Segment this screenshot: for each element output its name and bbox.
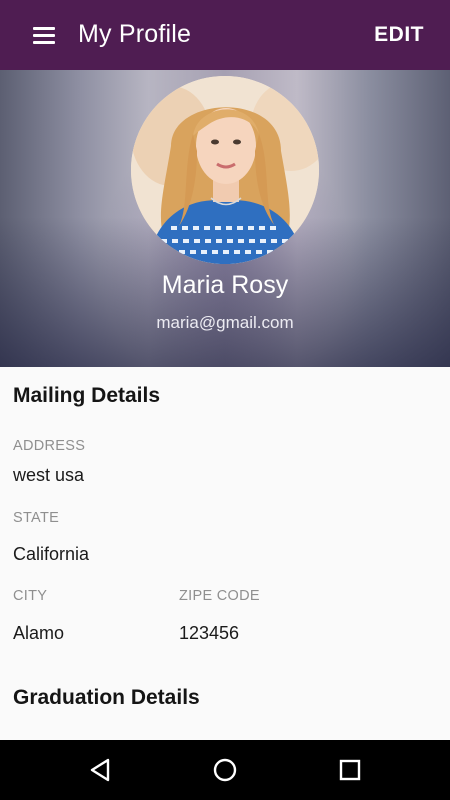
avatar-photo	[131, 76, 319, 264]
profile-name: Maria Rosy	[161, 271, 289, 299]
zip-code-value: 123456	[179, 623, 240, 643]
address-label: ADDRESS	[13, 438, 86, 454]
profile-header: Maria Rosy maria@gmail.com	[0, 70, 450, 367]
graduation-details-title: Graduation Details	[13, 686, 200, 709]
back-icon[interactable]	[84, 754, 116, 786]
avatar	[131, 76, 319, 264]
edit-button[interactable]: EDIT	[374, 23, 424, 47]
app-bar: My Profile EDIT	[0, 0, 450, 70]
zip-code-label: ZIPE CODE	[179, 588, 260, 604]
state-label: STATE	[13, 510, 60, 526]
profile-email: maria@gmail.com	[156, 313, 294, 332]
mailing-details-title: Mailing Details	[13, 384, 161, 407]
recents-icon[interactable]	[334, 754, 366, 786]
system-navigation-bar	[0, 740, 450, 800]
home-icon[interactable]	[209, 754, 241, 786]
city-label: CITY	[13, 588, 48, 604]
city-value: Alamo	[13, 623, 65, 643]
state-value: California	[13, 544, 90, 564]
profile-details: Mailing Details ADDRESS west usa STATE C…	[0, 367, 450, 740]
menu-icon[interactable]	[32, 24, 58, 46]
page-title: My Profile	[78, 20, 192, 48]
address-value: west usa	[13, 465, 85, 485]
